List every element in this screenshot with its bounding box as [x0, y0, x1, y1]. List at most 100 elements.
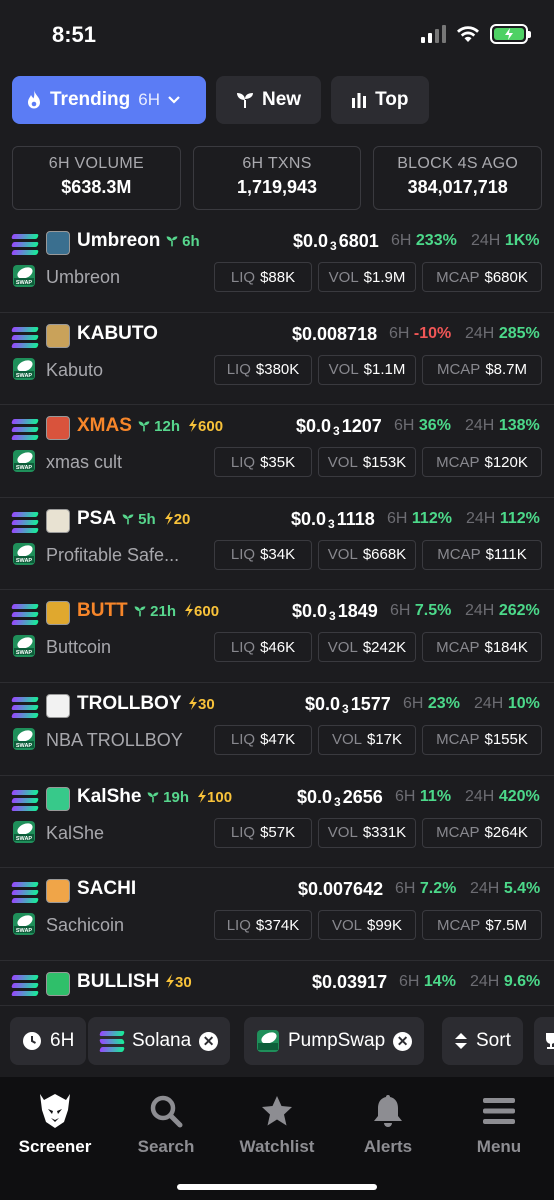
boost-badge: 100 — [197, 788, 232, 806]
token-name: Sachicoin — [46, 915, 125, 936]
svg-text:SWAP: SWAP — [16, 650, 33, 656]
token-row[interactable]: SWAP KABUTO Kabuto $0.008718 6H -10% 24H… — [0, 313, 554, 406]
token-name: Buttcoin — [46, 637, 112, 658]
token-name: Kabuto — [46, 359, 104, 380]
token-price: $0.03917 — [312, 971, 388, 992]
change-24h-key: 24H — [465, 324, 495, 342]
change-24h-value: 138% — [498, 417, 540, 435]
pumpswap-icon: SWAP — [13, 913, 35, 936]
change-24h: 24H 112% — [466, 510, 540, 528]
sprout-icon — [147, 791, 159, 802]
token-name: xmas cult — [46, 452, 123, 473]
metric-value: $35K — [260, 453, 296, 471]
token-row[interactable]: SWAP PSA 5h 20 Profitable Safe... $0.0 3 11… — [0, 498, 554, 591]
liquidity-badge: LIQ $34K — [214, 539, 312, 570]
pumpswap-icon: SWAP — [13, 357, 35, 380]
metric-value: $120K — [484, 453, 528, 471]
token-row[interactable]: SWAP SACHI Sachicoin $0.007642 6H 7.2% 2… — [0, 868, 554, 961]
change-6h-value: 11% — [419, 787, 452, 805]
more-filters-chip[interactable] — [534, 1017, 554, 1065]
liquidity-badge: LIQ $57K — [214, 817, 312, 848]
pumpswap-icon: SWAP — [13, 727, 35, 750]
stat-block: BLOCK 4S AGO 384,017,718 — [373, 146, 543, 210]
signal-icon — [421, 25, 446, 43]
metric-key: LIQ — [230, 546, 256, 564]
solana-icon — [11, 326, 39, 351]
status-bar: 8:51 — [0, 0, 554, 70]
nav-menu[interactable]: Menu — [444, 1091, 554, 1157]
metric-key: VOL — [331, 916, 362, 934]
tab-new-label: New — [262, 89, 302, 110]
boost-badge: 20 — [164, 510, 190, 528]
token-price: $0.0 3 1577 — [305, 694, 391, 716]
remove-filter-icon[interactable]: ✕ — [199, 1031, 219, 1051]
filter-bar: 6H Solana ✕ PumpSwap ✕ Sort — [0, 1005, 554, 1077]
age-badge: 5h — [122, 511, 156, 528]
boost-badge: 600 — [188, 418, 223, 435]
change-24h-value: 112% — [499, 509, 540, 527]
change-24h-value: 262% — [498, 602, 540, 620]
nav-label: Watchlist — [239, 1137, 315, 1156]
token-row[interactable]: SWAP KalShe 19h 100 KalShe $0.0 3 2656 6H 1… — [0, 776, 554, 869]
metric-value: $99K — [366, 916, 403, 934]
volume-badge: VOL $17K — [318, 724, 416, 755]
filter-pumpswap-label: PumpSwap — [288, 1030, 386, 1051]
price-prefix: $0.0 — [297, 786, 333, 807]
age-badge: 21h — [134, 603, 176, 620]
solana-icon — [11, 234, 39, 258]
remove-filter-icon[interactable]: ✕ — [393, 1031, 413, 1051]
price-digits: 1118 — [336, 508, 375, 529]
token-name: KalShe — [46, 822, 105, 843]
bolt-icon — [185, 603, 194, 618]
volume-badge: VOL $668K — [318, 539, 416, 570]
token-badges: 6h — [166, 233, 200, 250]
bolt-icon — [164, 510, 173, 525]
filter-solana-chip[interactable]: Solana ✕ — [88, 1017, 231, 1065]
change-24h-value: 5.4% — [503, 880, 541, 898]
metric-key: MCAP — [436, 453, 480, 471]
nav-screener[interactable]: Screener — [0, 1091, 110, 1157]
token-row[interactable]: SWAP BUTT 21h 600 Buttcoin $0.0 3 1849 6H 7… — [0, 590, 554, 683]
filter-timeframe-chip[interactable]: 6H — [10, 1017, 87, 1065]
sort-button[interactable]: Sort — [442, 1017, 523, 1065]
svg-text:SWAP: SWAP — [16, 465, 33, 471]
metric-key: MCAP — [437, 546, 481, 564]
token-price: $0.0 3 1207 — [296, 416, 382, 438]
tab-trending[interactable]: Trending 6H — [12, 76, 206, 124]
metric-value: $111K — [485, 546, 527, 564]
age-text: 12h — [154, 418, 181, 436]
change-6h: 6H 112% — [387, 510, 452, 528]
change-24h-value: 420% — [498, 787, 540, 805]
token-row[interactable]: SWAP TROLLBOY 30 NBA TROLLBOY $0.0 3 1577 … — [0, 683, 554, 776]
tab-new[interactable]: New — [216, 76, 322, 124]
volume-badge: VOL $1.1M — [318, 354, 416, 385]
volume-badge: VOL $153K — [318, 447, 416, 478]
solana-icon — [11, 511, 39, 536]
filter-pumpswap-chip[interactable]: PumpSwap ✕ — [244, 1017, 425, 1065]
change-6h: 6H 7.2% — [395, 880, 456, 898]
bolt-icon — [198, 788, 207, 803]
token-image — [46, 879, 70, 904]
stat-label: BLOCK 4S AGO — [397, 155, 519, 172]
change-6h-key: 6H — [390, 602, 411, 620]
price-prefix: $0.0 — [296, 416, 332, 437]
timeframe-label: 6H — [138, 90, 160, 109]
token-row[interactable]: SWAP BULLISH 30 $0.03917 6H 14% 24H 9.6% — [0, 961, 554, 1000]
metric-key: LIQ — [230, 731, 256, 749]
home-indicator — [177, 1184, 377, 1190]
tab-top[interactable]: Top — [331, 76, 429, 124]
nav-watchlist[interactable]: Watchlist — [222, 1091, 332, 1157]
volume-badge: VOL $242K — [318, 632, 416, 663]
change-6h: 6H 7.5% — [390, 602, 451, 620]
nav-label: Alerts — [363, 1137, 413, 1156]
token-row[interactable]: SWAP XMAS 12h 600 xmas cult $0.0 3 1207 6H … — [0, 405, 554, 498]
stat-txns: 6H TXNS 1,719,943 — [192, 146, 362, 210]
change-6h-value: 14% — [423, 972, 456, 990]
token-row[interactable]: SWAP Umbreon 6h Umbreon $0.0 3 6801 6H 233… — [0, 220, 554, 313]
token-price: $0.0 3 1849 — [292, 601, 378, 623]
price-digits: 1849 — [337, 601, 378, 622]
token-symbol: SACHI — [77, 878, 137, 900]
token-name: Profitable Safe... — [46, 544, 180, 565]
nav-alerts[interactable]: Alerts — [333, 1091, 443, 1157]
nav-search[interactable]: Search — [111, 1091, 221, 1157]
